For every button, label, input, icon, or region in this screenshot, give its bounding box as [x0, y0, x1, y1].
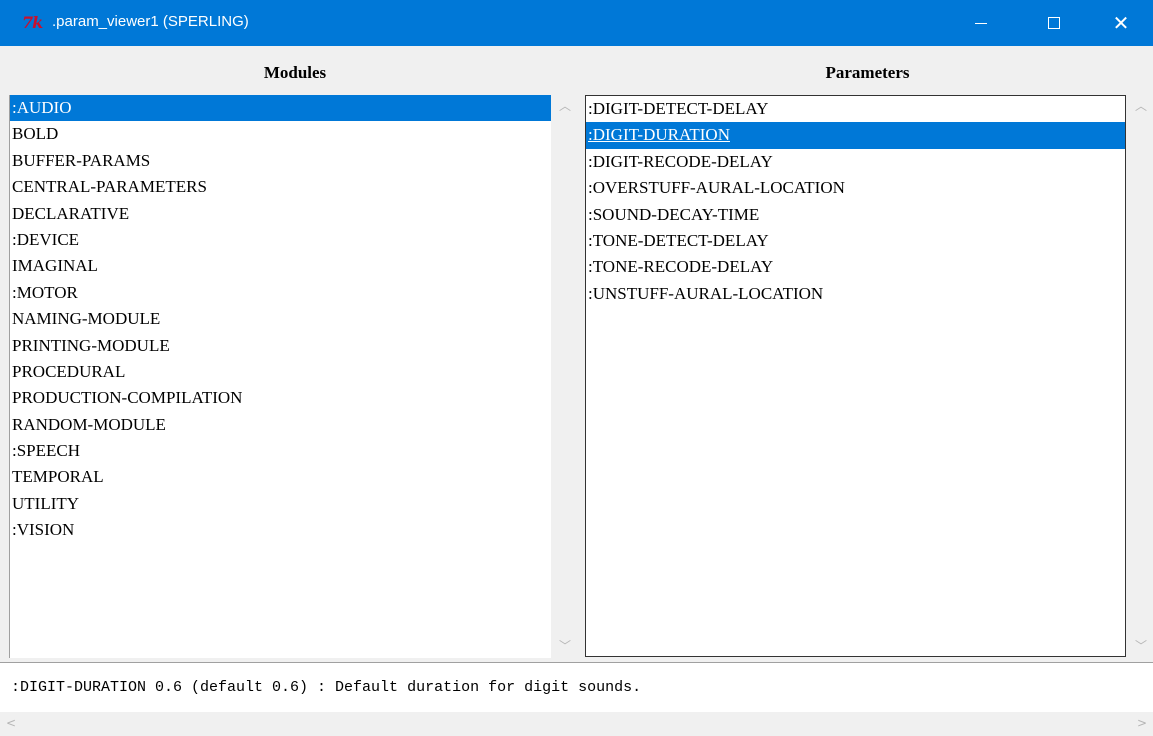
parameter-list-item[interactable]: :TONE-DETECT-DELAY — [586, 228, 1125, 254]
module-list-item[interactable]: BUFFER-PARAMS — [10, 148, 551, 174]
module-list-item[interactable]: BOLD — [10, 121, 551, 147]
module-list-item[interactable]: DECLARATIVE — [10, 201, 551, 227]
module-list-item[interactable]: PRINTING-MODULE — [10, 333, 551, 359]
close-button[interactable]: ✕ — [1092, 0, 1150, 46]
parameter-detail-text: :DIGIT-DURATION 0.6 (default 0.6) : Defa… — [0, 662, 1153, 712]
module-list-item[interactable]: :VISION — [10, 517, 551, 543]
parameter-list-item[interactable]: :OVERSTUFF-AURAL-LOCATION — [586, 175, 1125, 201]
parameters-heading: Parameters — [825, 63, 910, 82]
parameter-list-item[interactable]: :UNSTUFF-AURAL-LOCATION — [586, 281, 1125, 307]
modules-listbox[interactable]: :AUDIO BOLD BUFFER-PARAMS CENTRAL-PARAMETER… — [9, 95, 551, 658]
parameter-list-item[interactable]: :DIGIT-DURATION — [586, 122, 1125, 149]
title-bar: 7k .param_viewer1 (SPERLING) ✕ — [0, 0, 1153, 46]
parameter-list-item[interactable]: :TONE-RECODE-DELAY — [586, 254, 1125, 280]
chevron-left-icon[interactable]: < — [6, 716, 22, 730]
horizontal-scrollbar[interactable]: < > — [0, 712, 1153, 736]
module-list-item[interactable]: :DEVICE — [10, 227, 551, 253]
close-icon: ✕ — [1112, 11, 1130, 35]
parameters-scrollbar[interactable]: ︿ ﹀ — [1128, 95, 1153, 658]
module-list-item[interactable]: RANDOM-MODULE — [10, 412, 551, 438]
parameters-listbox[interactable]: :DIGIT-DETECT-DELAY:DIGIT-DURATION:DIGIT… — [585, 95, 1126, 657]
parameter-list-item[interactable]: :DIGIT-DETECT-DELAY — [586, 96, 1125, 122]
chevron-up-icon[interactable]: ︿ — [1128, 97, 1153, 114]
module-list-item[interactable]: IMAGINAL — [10, 253, 551, 279]
module-list-item[interactable]: UTILITY — [10, 491, 551, 517]
modules-scrollbar[interactable]: ︿ ﹀ — [552, 95, 578, 658]
parameter-list-item[interactable]: :DIGIT-RECODE-DELAY — [586, 149, 1125, 175]
module-list-item[interactable]: :SPEECH — [10, 438, 551, 464]
chevron-down-icon[interactable]: ﹀ — [552, 637, 578, 654]
window-title: .param_viewer1 (SPERLING) — [52, 13, 249, 30]
maximize-button[interactable] — [1025, 0, 1083, 46]
module-list-item[interactable]: :AUDIO — [10, 95, 551, 122]
module-list-item[interactable]: PROCEDURAL — [10, 359, 551, 385]
parameter-list-item[interactable]: :SOUND-DECAY-TIME — [586, 202, 1125, 228]
modules-heading: Modules — [263, 63, 327, 82]
module-list-item[interactable]: PRODUCTION-COMPILATION — [10, 385, 551, 411]
chevron-up-icon[interactable]: ︿ — [552, 97, 578, 114]
module-list-item[interactable]: CENTRAL-PARAMETERS — [10, 174, 551, 200]
chevron-down-icon[interactable]: ﹀ — [1128, 637, 1153, 654]
maximize-icon — [1048, 17, 1060, 29]
chevron-right-icon[interactable]: > — [1131, 716, 1147, 730]
module-list-item[interactable]: TEMPORAL — [10, 464, 551, 490]
module-list-item[interactable]: NAMING-MODULE — [10, 306, 551, 332]
minimize-icon — [975, 22, 987, 24]
minimize-button[interactable] — [952, 0, 1010, 46]
tk-app-icon: 7k — [22, 13, 43, 32]
module-list-item[interactable]: :MOTOR — [10, 280, 551, 306]
